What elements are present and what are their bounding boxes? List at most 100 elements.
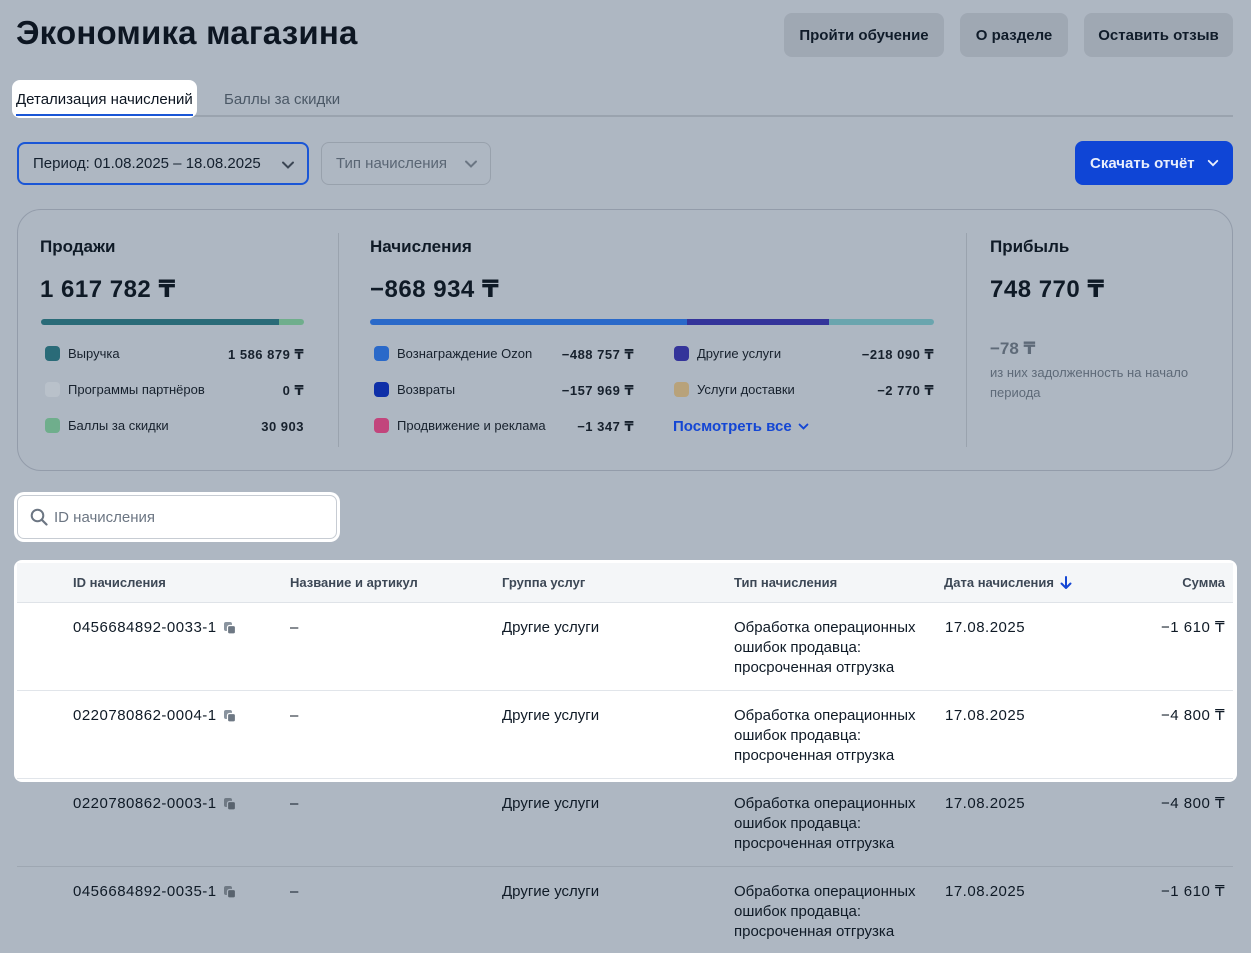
legend-returns: Возвраты — [374, 382, 455, 397]
profit-title: Прибыль — [990, 237, 1070, 256]
table-row[interactable]: 0220780862-0003-1 – Другие услуги Обрабо… — [17, 779, 1233, 867]
bar-segment — [370, 319, 687, 325]
column-header-group[interactable]: Группа услуг — [502, 575, 585, 590]
row-id: 0456684892-0035-1 — [73, 883, 217, 900]
legend-promotion: Продвижение и реклама — [374, 418, 546, 433]
legend-value: −2 770 ₸ — [877, 383, 934, 398]
bar-segment — [279, 319, 304, 325]
legend-swatch — [674, 346, 689, 361]
see-all-label: Посмотреть все — [673, 418, 792, 435]
legend-swatch — [374, 346, 389, 361]
column-header-date-label: Дата начисления — [944, 575, 1054, 590]
row-group: Другие услуги — [502, 795, 600, 812]
legend-partner-programs: Программы партнёров — [45, 382, 205, 397]
table-header: ID начисления Название и артикул Группа … — [17, 563, 1233, 603]
sort-arrow-down-icon[interactable] — [1060, 575, 1072, 590]
legend-label: Другие услуги — [697, 346, 782, 361]
search-box — [14, 492, 340, 542]
bar-segment — [686, 319, 829, 325]
copy-icon[interactable] — [223, 709, 237, 723]
bar-segment — [828, 319, 934, 325]
debt-value: −78 ₸ — [990, 339, 1036, 358]
search-input[interactable] — [54, 508, 314, 526]
summary-divider — [966, 233, 967, 447]
see-all-link[interactable]: Посмотреть все — [673, 418, 809, 435]
row-id-cell: 0220780862-0003-1 — [73, 794, 237, 814]
charges-value: −868 934 ₸ — [370, 276, 500, 303]
chevron-down-icon — [465, 160, 477, 168]
row-group: Другие услуги — [502, 883, 600, 900]
tutorial-button[interactable]: Пройти обучение — [784, 13, 944, 57]
legend-value: −1 347 ₸ — [577, 419, 634, 434]
legend-swatch — [674, 382, 689, 397]
download-report-label: Скачать отчёт — [1090, 154, 1195, 172]
row-sum: −4 800 ₸ — [1160, 795, 1225, 812]
row-date: 17.08.2025 — [945, 883, 1026, 900]
legend-label: Возвраты — [397, 382, 456, 397]
feedback-button[interactable]: Оставить отзыв — [1084, 13, 1233, 57]
bar-segment — [41, 319, 280, 325]
legend-value: −218 090 ₸ — [861, 347, 934, 362]
copy-icon[interactable] — [223, 621, 237, 635]
download-report-button[interactable]: Скачать отчёт — [1075, 141, 1233, 185]
tab-charges-details[interactable]: Детализация начислений — [12, 80, 197, 118]
chevron-down-icon — [1207, 159, 1219, 167]
legend-value: 30 903 — [261, 419, 304, 434]
row-id-cell: 0456684892-0035-1 — [73, 882, 237, 902]
charge-type-label: Тип начисления — [336, 155, 448, 172]
column-header-sum[interactable]: Сумма — [1182, 575, 1225, 590]
chevron-down-icon — [282, 161, 294, 169]
legend-label: Программы партнёров — [68, 382, 205, 397]
about-section-button[interactable]: О разделе — [960, 13, 1068, 57]
row-id: 0220780862-0004-1 — [73, 707, 217, 724]
tab-discount-points[interactable]: Баллы за скидки — [224, 80, 340, 118]
search-icon — [30, 508, 48, 526]
column-header-date[interactable]: Дата начисления — [944, 575, 1072, 590]
row-sum: −4 800 ₸ — [1160, 707, 1225, 724]
legend-swatch — [374, 418, 389, 433]
column-header-type[interactable]: Тип начисления — [734, 575, 837, 590]
legend-swatch — [45, 382, 60, 397]
legend-label: Баллы за скидки — [68, 418, 169, 433]
copy-icon[interactable] — [223, 885, 237, 899]
row-id-cell: 0220780862-0004-1 — [73, 706, 237, 726]
row-type: Обработка операционных ошибок продавца: … — [734, 883, 916, 940]
tab-label: Детализация начислений — [16, 90, 193, 108]
legend-swatch — [45, 418, 60, 433]
row-name: – — [290, 619, 299, 636]
legend-value: −488 757 ₸ — [561, 347, 634, 362]
row-sum: −1 610 ₸ — [1160, 619, 1225, 636]
table-row[interactable]: 0220780862-0004-1 – Другие услуги Обрабо… — [17, 691, 1233, 779]
legend-label: Продвижение и реклама — [397, 418, 546, 433]
sales-title: Продажи — [40, 237, 116, 256]
charges-bar — [370, 319, 934, 325]
row-group: Другие услуги — [502, 707, 600, 724]
active-tab-indicator — [16, 114, 193, 116]
row-type: Обработка операционных ошибок продавца: … — [734, 707, 916, 764]
summary-divider — [338, 233, 339, 447]
charge-type-dropdown[interactable]: Тип начисления — [321, 142, 491, 185]
row-name: – — [290, 707, 299, 724]
legend-label: Вознаграждение Ozon — [397, 346, 533, 361]
charges-title: Начисления — [370, 237, 472, 256]
table-row[interactable]: 0456684892-0033-1 – Другие услуги Обрабо… — [17, 603, 1233, 691]
legend-revenue: Выручка — [45, 346, 120, 361]
tabs-divider — [16, 115, 1233, 117]
sales-bar — [41, 319, 304, 325]
row-group: Другие услуги — [502, 619, 600, 636]
column-header-name[interactable]: Название и артикул — [290, 575, 418, 590]
copy-icon[interactable] — [223, 797, 237, 811]
column-header-id[interactable]: ID начисления — [73, 575, 166, 590]
period-dropdown[interactable]: Период: 01.08.2025 – 18.08.2025 — [17, 142, 309, 185]
chevron-down-icon — [798, 423, 809, 430]
row-id: 0220780862-0003-1 — [73, 795, 217, 812]
legend-delivery-services: Услуги доставки — [674, 382, 795, 397]
page-title: Экономика магазина — [16, 14, 358, 51]
period-label: Период: 01.08.2025 – 18.08.2025 — [33, 155, 261, 172]
sales-value: 1 617 782 ₸ — [40, 276, 176, 303]
debt-note: из них задолженность на начало периода — [990, 365, 1189, 400]
legend-ozon-fee: Вознаграждение Ozon — [374, 346, 532, 361]
row-id: 0456684892-0033-1 — [73, 619, 217, 636]
row-date: 17.08.2025 — [945, 619, 1026, 636]
table-row[interactable]: 0456684892-0035-1 – Другие услуги Обрабо… — [17, 867, 1233, 953]
